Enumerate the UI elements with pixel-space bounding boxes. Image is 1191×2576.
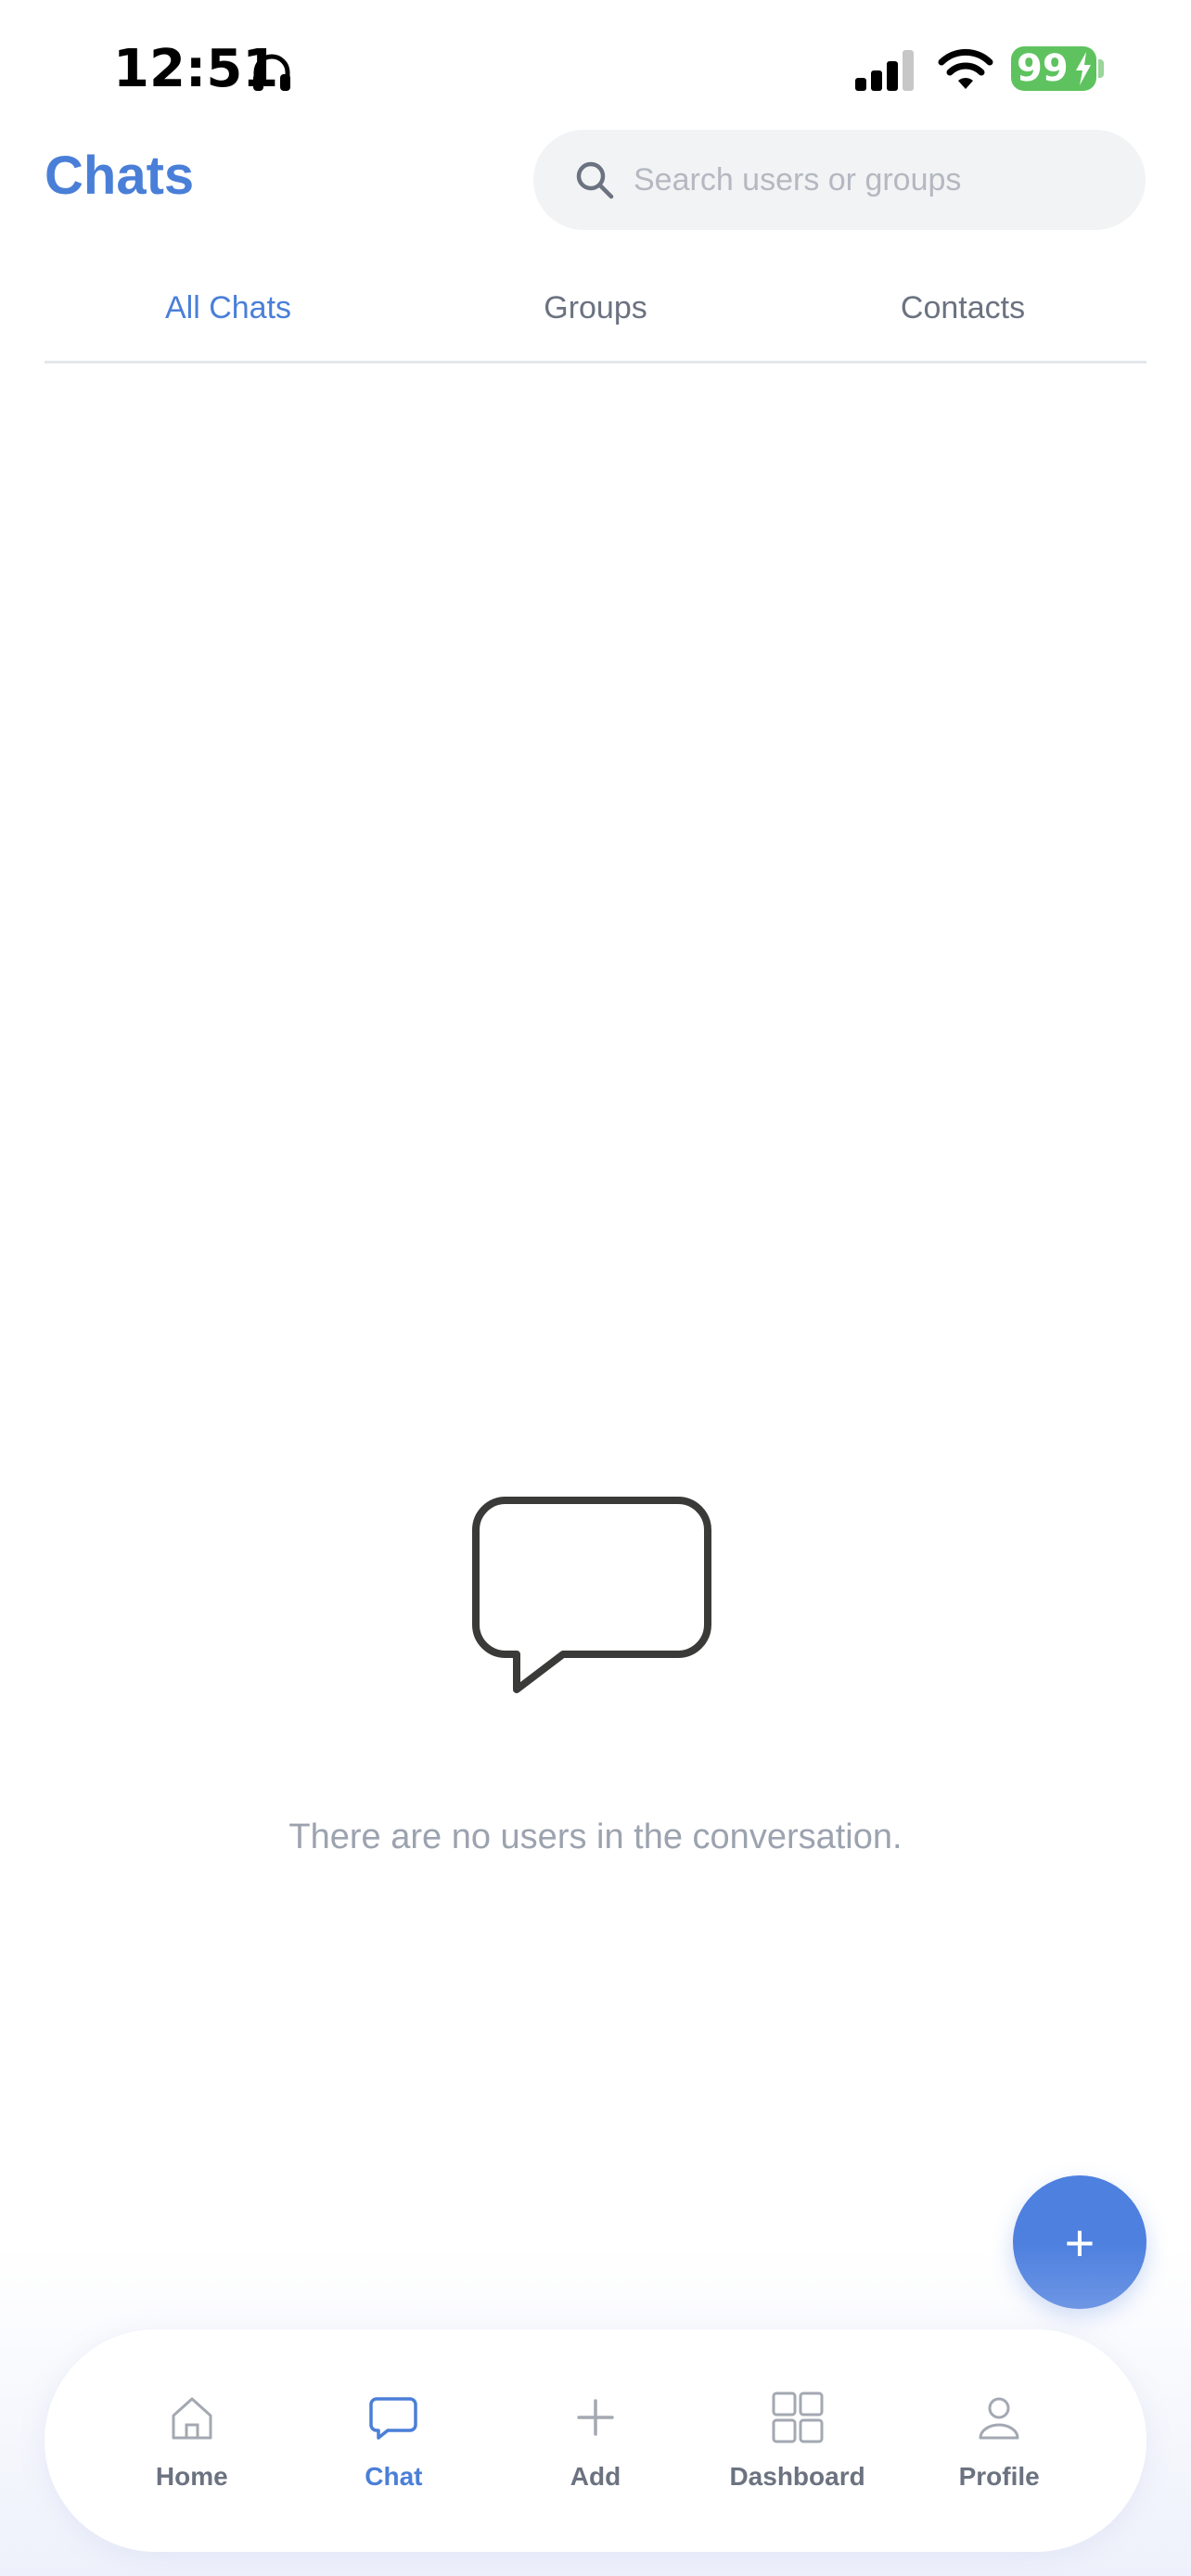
nav-item-dashboard[interactable]: Dashboard	[705, 2390, 890, 2492]
cellular-signal-icon	[855, 50, 914, 91]
nav-label-add: Add	[570, 2462, 621, 2491]
chats-screen: 12:51 99 Chats Search users or groups Al…	[0, 0, 1191, 2576]
search-icon	[576, 161, 614, 199]
battery-level: 99	[1017, 47, 1069, 90]
home-icon	[172, 2397, 212, 2440]
search-bar[interactable]	[533, 130, 1146, 230]
bottom-nav: Home Chat Add Dashboard Profile	[45, 2329, 1146, 2552]
grid-icon	[772, 2391, 824, 2443]
wifi-icon	[938, 48, 993, 89]
nav-label-profile: Profile	[958, 2462, 1040, 2491]
chat-tabs: All Chats Groups Contacts	[45, 260, 1146, 363]
page-title: Chats	[45, 146, 195, 206]
tab-contacts[interactable]: Contacts	[779, 260, 1146, 361]
tab-all-chats[interactable]: All Chats	[45, 260, 412, 361]
chat-bubble-icon	[472, 1497, 711, 1693]
nav-item-home[interactable]: Home	[99, 2390, 285, 2492]
headphones-icon	[253, 54, 290, 91]
empty-state-message: There are no users in the conversation.	[288, 1817, 903, 1856]
nav-label-chat: Chat	[365, 2462, 423, 2491]
nav-label-dashboard: Dashboard	[729, 2462, 865, 2491]
search-input[interactable]	[634, 161, 1116, 198]
status-bar: 12:51 99	[0, 0, 1191, 139]
nav-item-add[interactable]: Add	[503, 2390, 688, 2492]
user-icon	[979, 2397, 1019, 2440]
nav-label-home: Home	[155, 2462, 228, 2491]
plus-icon	[577, 2399, 614, 2436]
charging-bolt-icon	[1076, 52, 1091, 85]
chat-icon	[369, 2397, 418, 2440]
battery-indicator: 99	[1011, 46, 1096, 91]
nav-item-profile[interactable]: Profile	[906, 2390, 1092, 2492]
nav-item-chat[interactable]: Chat	[301, 2390, 486, 2492]
tab-groups[interactable]: Groups	[412, 260, 779, 361]
battery-tip	[1098, 59, 1104, 78]
